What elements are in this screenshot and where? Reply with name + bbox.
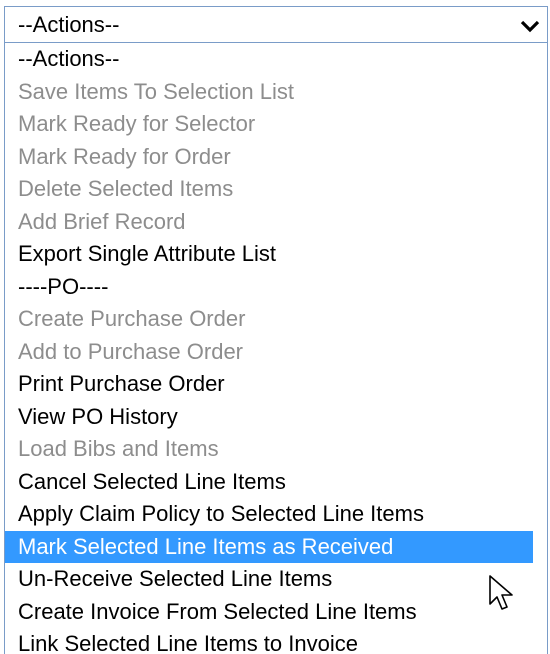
option-item[interactable]: Cancel Selected Line Items (5, 466, 533, 499)
option-item[interactable]: --Actions-- (5, 43, 533, 76)
option-item[interactable]: Export Single Attribute List (5, 238, 533, 271)
option-item: Mark Ready for Order (18, 143, 231, 169)
option-item[interactable]: Mark Selected Line Items as Received (5, 530, 533, 563)
option-item[interactable]: Print Purchase Order (5, 368, 533, 401)
option-item[interactable]: Create Invoice From Selected Line Items (5, 596, 533, 629)
mouse-pointer-icon (489, 575, 513, 610)
option-item[interactable]: Apply Claim Policy to Selected Line Item… (5, 498, 533, 531)
actions-select[interactable]: --Actions-- (4, 6, 548, 43)
option-item: Add to Purchase Order (18, 338, 244, 364)
option-item[interactable]: Un-Receive Selected Line Items (5, 563, 533, 596)
option-item: Create Purchase Order (18, 306, 246, 331)
actions-option-list: --Actions-- Save Items To Selection List M… (4, 43, 548, 654)
actions-dropdown-screen: --Actions-- --Actions-- Save Items To Sel… (0, 0, 550, 654)
option-item: Save Items To Selection List (18, 78, 294, 104)
option-item: Add Brief Record (18, 208, 186, 234)
option-item: Delete Selected Items (18, 176, 234, 201)
option-item: Load Bibs and Items (18, 436, 219, 461)
option-item[interactable]: View PO History (5, 401, 533, 434)
option-item: Mark Ready for Selector (18, 111, 256, 136)
option-item[interactable]: ----PO---- (5, 271, 533, 304)
option-item[interactable]: Link Selected Line Items to Invoice (5, 628, 533, 654)
select-current-value: --Actions-- (18, 12, 120, 37)
chevron-down-icon[interactable] (517, 13, 543, 39)
